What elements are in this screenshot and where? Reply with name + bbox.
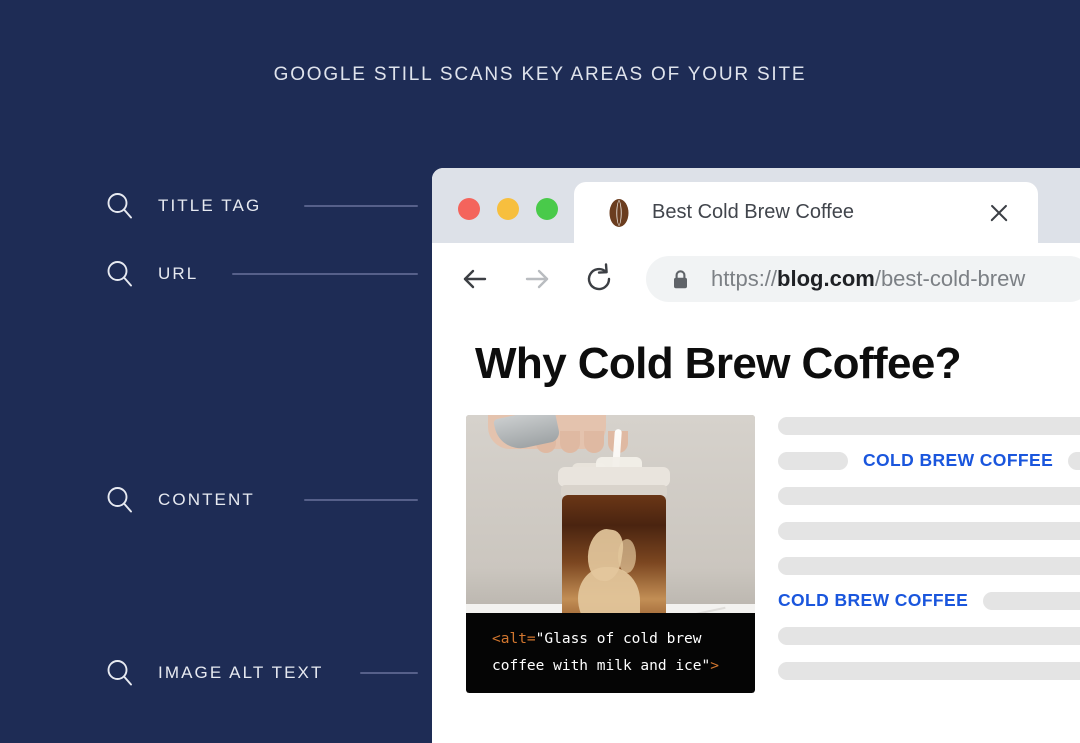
reload-icon[interactable] [582,262,616,296]
web-page-content: Why Cold Brew Coffee? <alt="Glass of col… [432,315,1080,743]
placeholder-bar [778,451,848,470]
browser-tab[interactable]: Best Cold Brew Coffee [574,182,1038,243]
checklist-item-label: CONTENT [158,490,255,509]
url-host: blog.com [777,266,875,291]
window-controls [458,198,558,220]
maximize-window-button[interactable] [536,198,558,220]
text-row [778,660,1080,681]
close-tab-button[interactable] [988,202,1010,224]
arrow-left-icon[interactable] [458,262,492,296]
placeholder-bar [778,556,1080,575]
seo-checklist: TITLE TAG URL CONTENT IMAGE ALT TEXT [0,0,432,743]
browser-toolbar: https://blog.com/best-cold-brew [432,243,1080,315]
text-row [778,485,1080,506]
checklist-item-label: TITLE TAG [158,196,262,215]
alt-text-line-2: coffee with milk and ice"> [492,653,755,680]
alt-text-part-2: coffee with milk and ice" [492,658,711,674]
connector-line [232,273,418,275]
minimize-window-button[interactable] [497,198,519,220]
text-row-with-link: COLD BREW COFFEE [778,590,1080,611]
url-scheme: https:// [711,266,778,291]
checklist-item-label: URL [158,264,199,283]
checklist-item-content[interactable]: CONTENT [104,483,255,517]
text-row [778,555,1080,576]
placeholder-bar [778,416,1080,435]
url-path: /best-cold-brew [874,266,1026,291]
close-window-button[interactable] [458,198,480,220]
browser-window: Best Cold Brew Coffee https://blog.com/b… [432,168,1080,743]
connector-line [304,499,418,501]
placeholder-bar [983,591,1080,610]
search-icon [104,657,136,689]
search-icon [104,190,136,222]
connector-line [304,205,418,207]
inline-link[interactable]: COLD BREW COFFEE [863,450,1053,471]
coffee-bean-icon [606,198,632,228]
alt-close-tag: > [710,658,719,674]
placeholder-bar [778,626,1080,645]
address-bar[interactable]: https://blog.com/best-cold-brew [646,256,1080,302]
text-row [778,415,1080,436]
tab-title: Best Cold Brew Coffee [652,201,854,223]
placeholder-bar [1068,451,1080,470]
search-icon [104,258,136,290]
placeholder-bar [778,661,1080,680]
lock-icon [672,269,689,290]
address-bar-url: https://blog.com/best-cold-brew [711,266,1025,292]
placeholder-bar [778,486,1080,505]
connector-line [360,672,418,674]
placeholder-bar [778,521,1080,540]
checklist-item-label: IMAGE ALT TEXT [158,663,324,682]
text-row [778,625,1080,646]
page-title: Why Cold Brew Coffee? [475,339,962,388]
article-image: <alt="Glass of cold brew coffee with mil… [466,415,755,693]
alt-text-line-1: <alt="Glass of cold brew [492,626,755,653]
checklist-item-image-alt-text[interactable]: IMAGE ALT TEXT [104,656,323,690]
alt-text-part-1: "Glass of cold brew [535,631,702,647]
url-fade-mask [1034,256,1080,302]
checklist-item-url[interactable]: URL [104,257,198,291]
article-text-column: COLD BREW COFFEE COLD BREW COFFEE [778,415,1080,695]
browser-tab-bar: Best Cold Brew Coffee [432,168,1080,243]
text-row [778,520,1080,541]
hand [488,415,628,454]
article-body: <alt="Glass of cold brew coffee with mil… [466,415,1080,695]
inline-link[interactable]: COLD BREW COFFEE [778,590,968,611]
text-row-with-link: COLD BREW COFFEE [778,450,1080,471]
checklist-item-title-tag[interactable]: TITLE TAG [104,189,261,223]
alt-text-overlay: <alt="Glass of cold brew coffee with mil… [466,613,755,693]
alt-open-tag: <alt= [492,631,536,647]
arrow-right-icon[interactable] [520,262,554,296]
search-icon [104,484,136,516]
